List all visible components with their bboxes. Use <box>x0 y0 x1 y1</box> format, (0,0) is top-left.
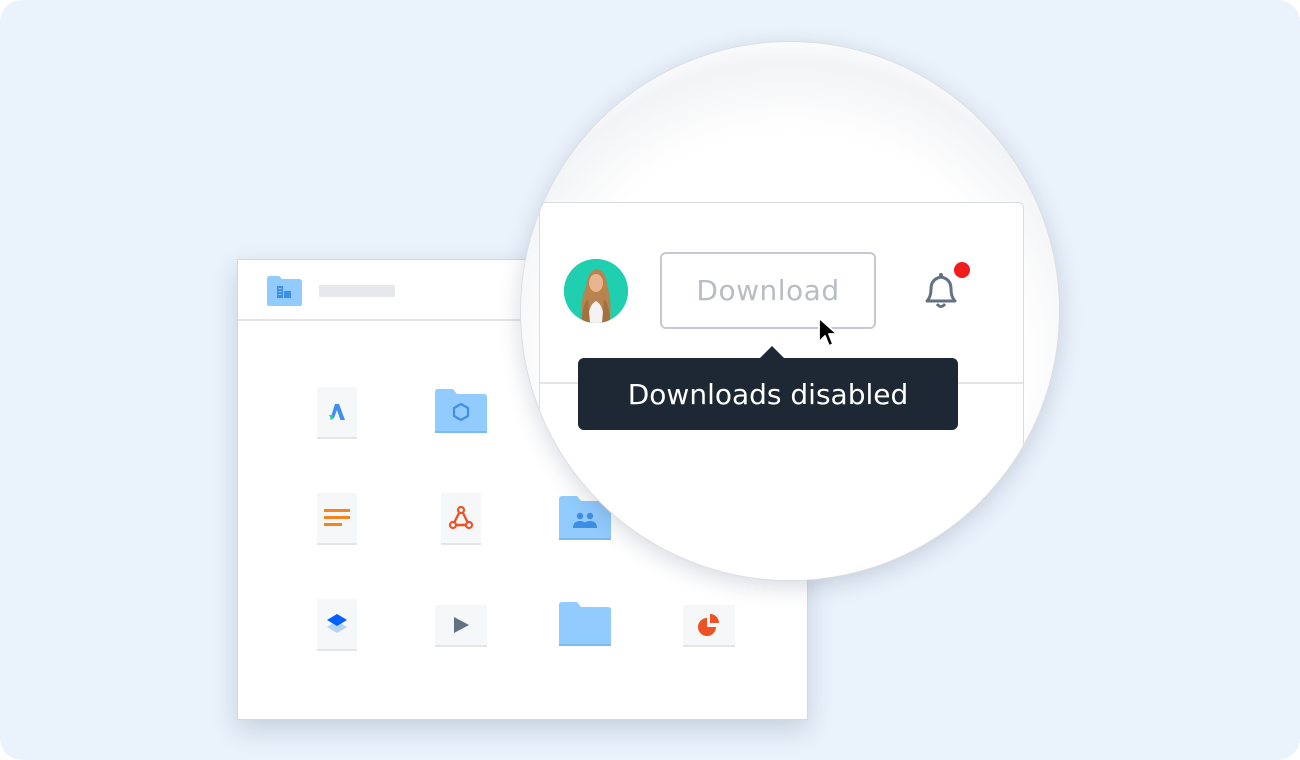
file-item-chart[interactable] <box>683 605 735 647</box>
magnifier-lens: Download Downloads disabled <box>521 42 1059 580</box>
avatar-photo <box>564 259 628 323</box>
file-item-text-document[interactable] <box>317 493 357 545</box>
layers-file-icon <box>327 614 347 633</box>
video-play-icon <box>454 617 469 633</box>
file-item-pdf[interactable] <box>441 493 481 545</box>
file-item-package-folder[interactable] <box>435 389 487 438</box>
downloads-disabled-tooltip: Downloads disabled <box>578 358 958 430</box>
pdf-acrobat-icon <box>448 506 474 530</box>
team-folder-icon[interactable] <box>267 276 302 311</box>
download-button[interactable]: Download <box>660 252 876 329</box>
package-folder-icon <box>435 389 487 433</box>
pie-chart-file-icon <box>698 614 719 636</box>
folder-icon <box>559 602 611 646</box>
file-item-layers[interactable] <box>317 599 357 651</box>
app-file-icon <box>329 404 345 420</box>
user-avatar[interactable] <box>564 259 628 323</box>
mouse-pointer-icon <box>817 316 839 355</box>
file-item-folder[interactable] <box>559 602 611 651</box>
text-document-icon <box>324 509 350 526</box>
file-item-app[interactable] <box>317 387 357 439</box>
file-item-video[interactable] <box>435 605 487 647</box>
notification-badge <box>954 262 970 278</box>
folder-title-placeholder <box>319 285 395 297</box>
